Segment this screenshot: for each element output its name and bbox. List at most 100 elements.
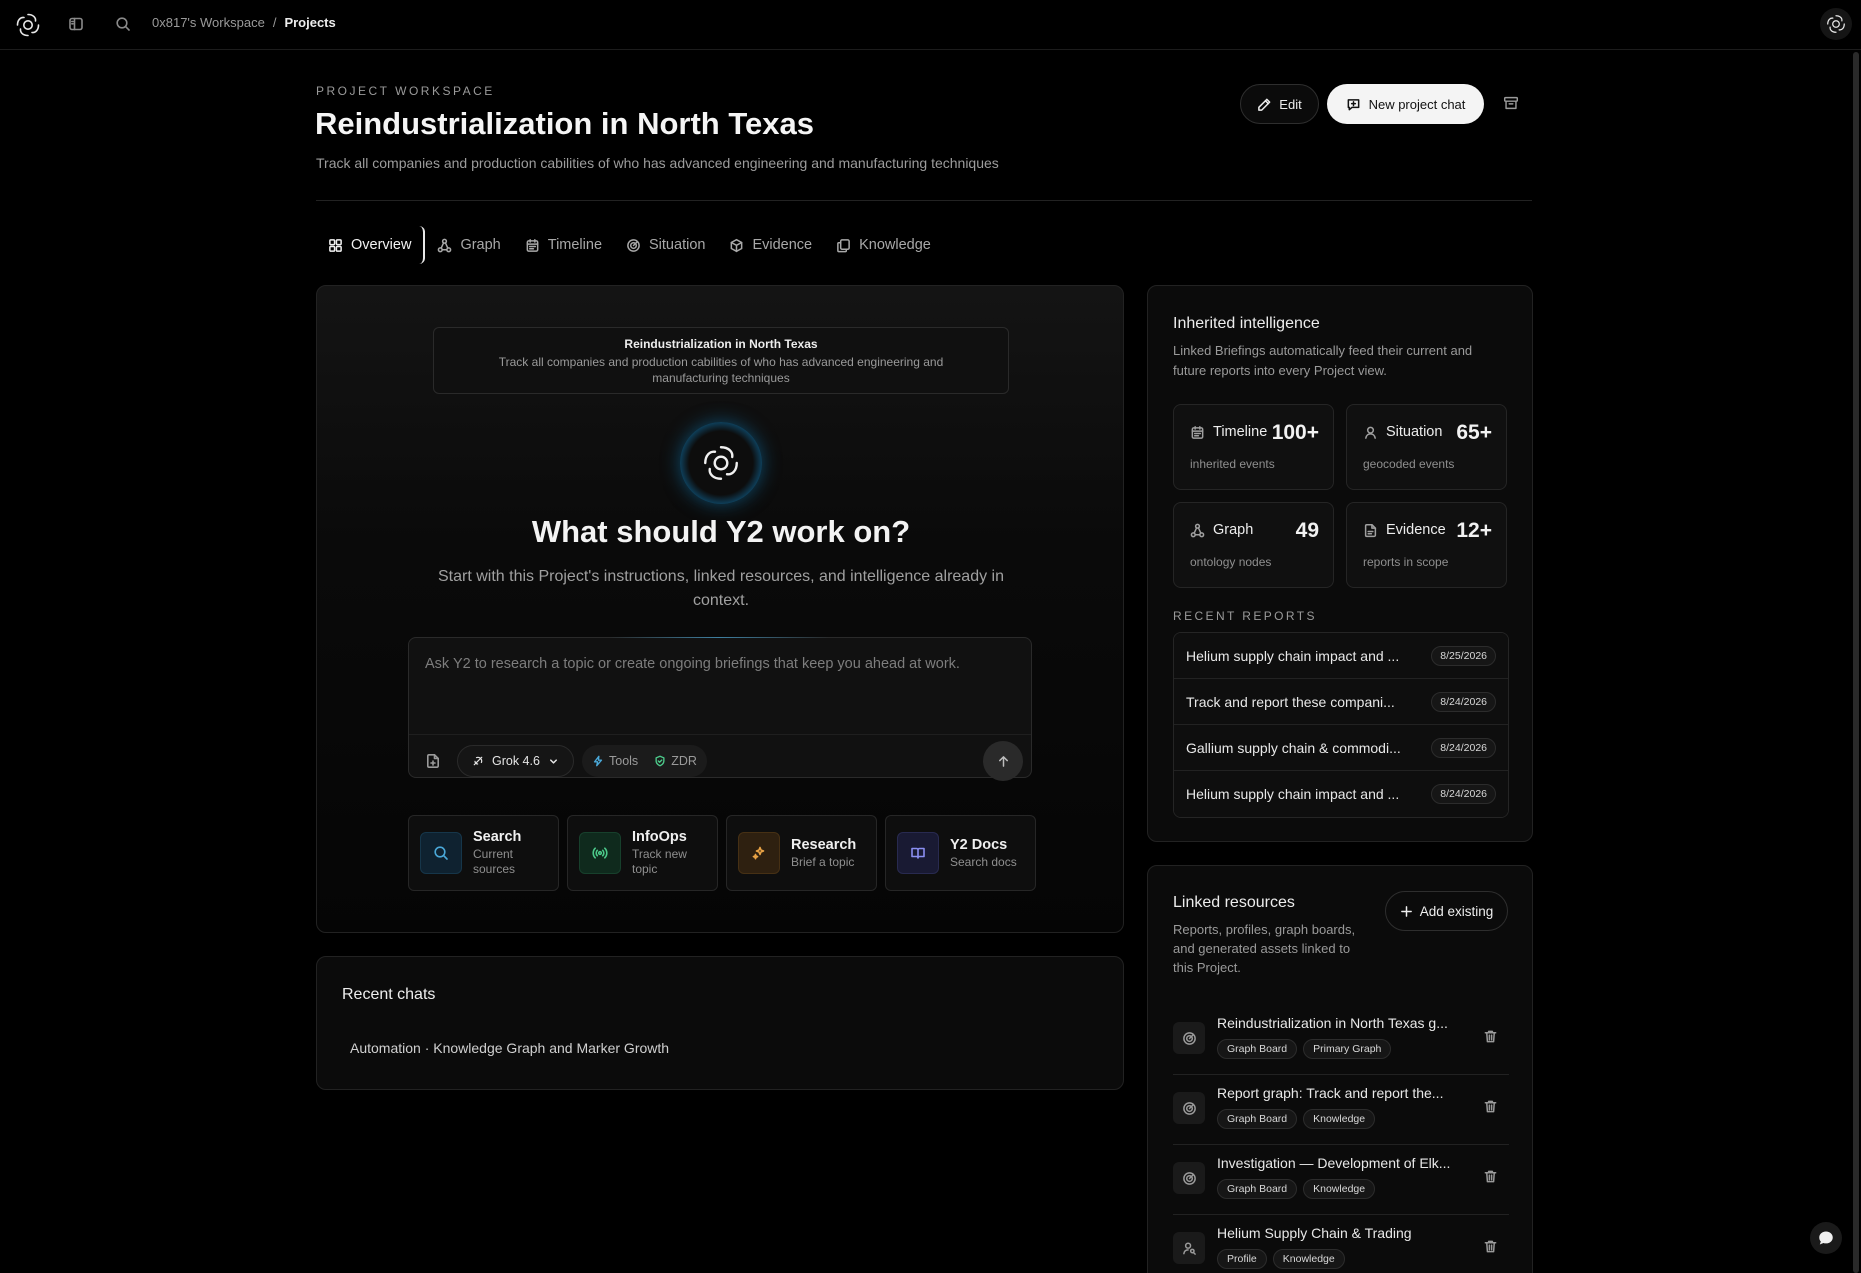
linked-resource-row[interactable]: Report graph: Track and report the... Gr… — [1173, 1075, 1509, 1145]
action-search[interactable]: Search Current sources — [408, 815, 559, 891]
tab-graph[interactable]: Graph — [425, 226, 512, 264]
radar-icon — [627, 238, 640, 252]
chat-bubble-icon — [1819, 1231, 1833, 1245]
stat-header: Timeline — [1190, 424, 1267, 440]
archive-icon[interactable] — [1502, 94, 1522, 114]
stat-timeline[interactable]: Timeline 100+ inherited events — [1173, 404, 1334, 490]
recent-reports-list: Helium supply chain impact and ... 8/25/… — [1173, 632, 1509, 818]
composer-input[interactable]: Ask Y2 to research a topic or create ong… — [425, 656, 960, 672]
sparkle-icon — [738, 832, 780, 874]
stat-value: 100+ — [1271, 421, 1319, 444]
linked-resources-card: Linked resources Reports, profiles, grap… — [1147, 865, 1533, 1273]
stat-graph[interactable]: Graph 49 ontology nodes — [1173, 502, 1334, 588]
tab-timeline[interactable]: Timeline — [513, 226, 614, 264]
resource-tags: Profile Knowledge — [1217, 1249, 1345, 1269]
add-existing-button[interactable]: Add existing — [1385, 891, 1508, 931]
stat-situation[interactable]: Situation 65+ geocoded events — [1346, 404, 1507, 490]
tab-knowledge[interactable]: Knowledge — [824, 226, 943, 264]
send-button[interactable] — [983, 741, 1023, 781]
resource-name: Reindustrialization in North Texas g... — [1217, 1015, 1448, 1031]
person-pin-icon — [1365, 426, 1376, 439]
resource-tag: Graph Board — [1217, 1179, 1298, 1199]
radar-icon — [1173, 1022, 1205, 1054]
bolt-icon — [593, 755, 603, 767]
report-name: Track and report these compani... — [1186, 693, 1395, 710]
report-name: Helium supply chain impact and ... — [1186, 786, 1400, 802]
zdr-toggle[interactable]: ZDR — [654, 754, 697, 768]
breadcrumb: 0x817's Workspace / Projects — [152, 15, 336, 30]
report-row[interactable]: Track and report these compani... 8/24/2… — [1174, 679, 1508, 725]
resource-name: Investigation — Development of Elk... — [1217, 1155, 1451, 1171]
action-research[interactable]: Research Brief a topic — [726, 815, 877, 891]
stat-label: Situation — [1386, 424, 1443, 440]
report-date: 8/24/2026 — [1431, 784, 1496, 804]
resource-tag: Knowledge — [1272, 1249, 1345, 1269]
support-chat-button[interactable] — [1810, 1222, 1842, 1254]
linked-resources-description: Reports, profiles, graph boards, and gen… — [1173, 922, 1356, 975]
report-name: Helium supply chain impact and ... — [1186, 647, 1400, 664]
stat-label: Graph — [1213, 522, 1254, 538]
zdr-label: ZDR — [671, 754, 697, 768]
report-row[interactable]: Gallium supply chain & commodi... 8/24/2… — [1174, 725, 1508, 771]
trash-icon[interactable] — [1483, 1099, 1499, 1115]
trash-icon[interactable] — [1483, 1169, 1499, 1185]
book-icon — [897, 832, 939, 874]
app-logo-icon[interactable] — [14, 11, 42, 39]
arrow-up-icon — [998, 755, 1008, 767]
recent-chat-item[interactable]: Automation · Knowledge Graph and Marker … — [350, 1040, 669, 1056]
tab-overview[interactable]: Overview — [316, 226, 426, 264]
sidebar-toggle-icon[interactable] — [68, 16, 84, 32]
stat-label: Evidence — [1386, 522, 1446, 538]
model-name: Grok 4.6 — [492, 754, 540, 768]
stat-value: 65+ — [1456, 421, 1492, 444]
new-project-chat-button[interactable]: New project chat — [1327, 84, 1484, 124]
stat-header: Graph — [1190, 522, 1253, 538]
edit-button[interactable]: Edit — [1240, 84, 1319, 124]
tab-label: Situation — [649, 237, 706, 253]
hero-question: What should Y2 work on? — [531, 514, 911, 549]
action-title: Y2 Docs — [950, 836, 1008, 853]
search-icon — [420, 832, 462, 874]
chat-composer[interactable]: Ask Y2 to research a topic or create ong… — [408, 637, 1032, 781]
tab-situation[interactable]: Situation — [614, 226, 717, 264]
linked-resource-row[interactable]: Investigation — Development of Elk... Gr… — [1173, 1145, 1509, 1215]
breadcrumb-separator: / — [272, 15, 277, 30]
stat-evidence[interactable]: Evidence 12+ reports in scope — [1346, 502, 1507, 588]
breadcrumb-current[interactable]: Projects — [284, 15, 335, 30]
cube-icon — [731, 238, 743, 252]
breadcrumb-workspace[interactable]: 0x817's Workspace — [152, 15, 265, 30]
report-name: Gallium supply chain & commodi... — [1186, 739, 1401, 756]
report-date: 8/25/2026 — [1431, 645, 1496, 666]
inherited-title: Inherited intelligence — [1173, 315, 1320, 332]
tools-group: Tools ZDR — [582, 745, 707, 777]
action-subtitle: Brief a topic — [791, 854, 855, 869]
stat-header: Situation — [1363, 424, 1442, 440]
tab-label: Evidence — [752, 237, 813, 253]
resource-tag: Graph Board — [1217, 1109, 1298, 1129]
attach-file-icon[interactable] — [425, 753, 441, 769]
add-existing-label: Add existing — [1419, 903, 1494, 919]
search-icon[interactable] — [115, 16, 131, 32]
page-description: Track all companies and production cabil… — [316, 155, 999, 171]
model-selector[interactable]: Grok 4.6 — [457, 745, 574, 777]
broadcast-icon — [579, 832, 621, 874]
tab-label: Knowledge — [859, 237, 931, 253]
tools-toggle[interactable]: Tools — [592, 754, 638, 768]
linked-resource-row[interactable]: Helium Supply Chain & Trading Profile Kn… — [1173, 1215, 1509, 1273]
avatar[interactable] — [1820, 8, 1852, 40]
linked-resource-row[interactable]: Reindustrialization in North Texas g... … — [1173, 1005, 1509, 1075]
resource-name: Helium Supply Chain & Trading — [1217, 1225, 1412, 1241]
tools-label: Tools — [609, 754, 639, 768]
y2-orb-icon — [680, 422, 762, 504]
trash-icon[interactable] — [1483, 1239, 1499, 1255]
linked-resources-title: Linked resources — [1173, 894, 1295, 911]
tab-bar: Overview Graph Timeline Situation Eviden… — [316, 226, 943, 264]
trash-icon[interactable] — [1483, 1029, 1499, 1045]
action-infoops[interactable]: InfoOps Track new topic — [567, 815, 718, 891]
tab-evidence[interactable]: Evidence — [717, 226, 824, 264]
scrollbar[interactable] — [1853, 52, 1859, 1273]
report-row[interactable]: Helium supply chain impact and ... 8/24/… — [1174, 771, 1508, 817]
action-y2-docs[interactable]: Y2 Docs Search docs — [885, 815, 1036, 891]
resource-tags: Graph Board Primary Graph — [1217, 1039, 1392, 1059]
report-row[interactable]: Helium supply chain impact and ... 8/25/… — [1174, 633, 1508, 679]
